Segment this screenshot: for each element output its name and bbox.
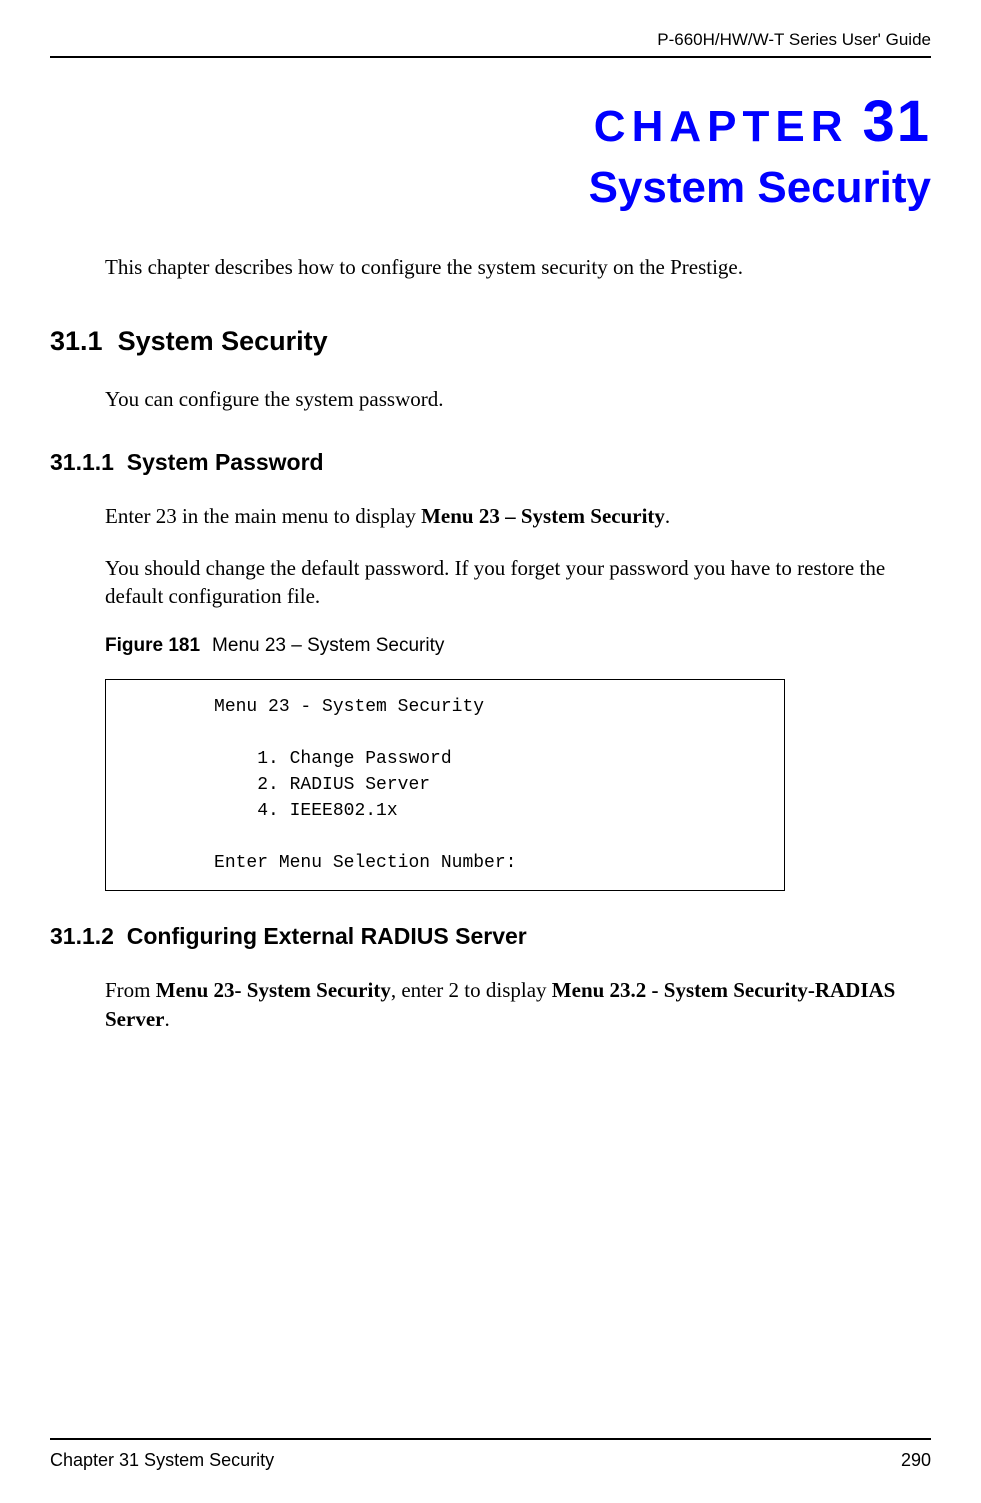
section-31-1-body: You can configure the system password. [105, 385, 931, 413]
footer-chapter-ref: Chapter 31 System Security [50, 1450, 274, 1471]
header-guide-title: P-660H/HW/W-T Series User' Guide [50, 30, 931, 56]
figure-caption-text: Menu 23 – System Security [212, 635, 444, 656]
section-title: System Security [118, 326, 328, 356]
bottom-divider [50, 1438, 931, 1440]
page-footer: Chapter 31 System Security 290 [50, 1438, 931, 1471]
section-31-1-1-para1: Enter 23 in the main menu to display Men… [105, 502, 931, 530]
figure-181-caption: Figure 181 Menu 23 – System Security [105, 635, 931, 657]
chapter-intro-text: This chapter describes how to configure … [105, 253, 931, 281]
para-text: , enter 2 to display [391, 978, 552, 1002]
subsection-number: 31.1.2 [50, 923, 114, 949]
footer-page-number: 290 [901, 1450, 931, 1471]
figure-label: Figure 181 [105, 635, 200, 656]
chapter-label-row: CHAPTER 31 [50, 88, 931, 155]
figure-181-terminal: Menu 23 - System Security 1. Change Pass… [105, 679, 785, 892]
subsection-title: System Password [127, 449, 324, 475]
para-text: Enter 23 in the main menu to display [105, 504, 421, 528]
subsection-number: 31.1.1 [50, 449, 114, 475]
subsection-title: Configuring External RADIUS Server [127, 923, 527, 949]
section-31-1-2-heading: 31.1.2 Configuring External RADIUS Serve… [50, 923, 931, 950]
para-bold: Menu 23- System Security [156, 978, 391, 1002]
para-text: . [164, 1007, 169, 1031]
chapter-label: CHAPTER [594, 102, 849, 151]
section-31-1-1-heading: 31.1.1 System Password [50, 449, 931, 476]
chapter-number: 31 [862, 89, 931, 154]
section-31-1-2-para: From Menu 23- System Security, enter 2 t… [105, 976, 931, 1033]
section-31-1-1-para2: You should change the default password. … [105, 554, 931, 611]
chapter-title: System Security [50, 163, 931, 213]
section-31-1-heading: 31.1 System Security [50, 326, 931, 357]
para-text: . [665, 504, 670, 528]
top-divider [50, 56, 931, 58]
section-number: 31.1 [50, 326, 103, 356]
para-text: From [105, 978, 156, 1002]
footer-row: Chapter 31 System Security 290 [50, 1450, 931, 1471]
para-bold: Menu 23 – System Security [421, 504, 665, 528]
chapter-header-block: CHAPTER 31 System Security [50, 88, 931, 213]
